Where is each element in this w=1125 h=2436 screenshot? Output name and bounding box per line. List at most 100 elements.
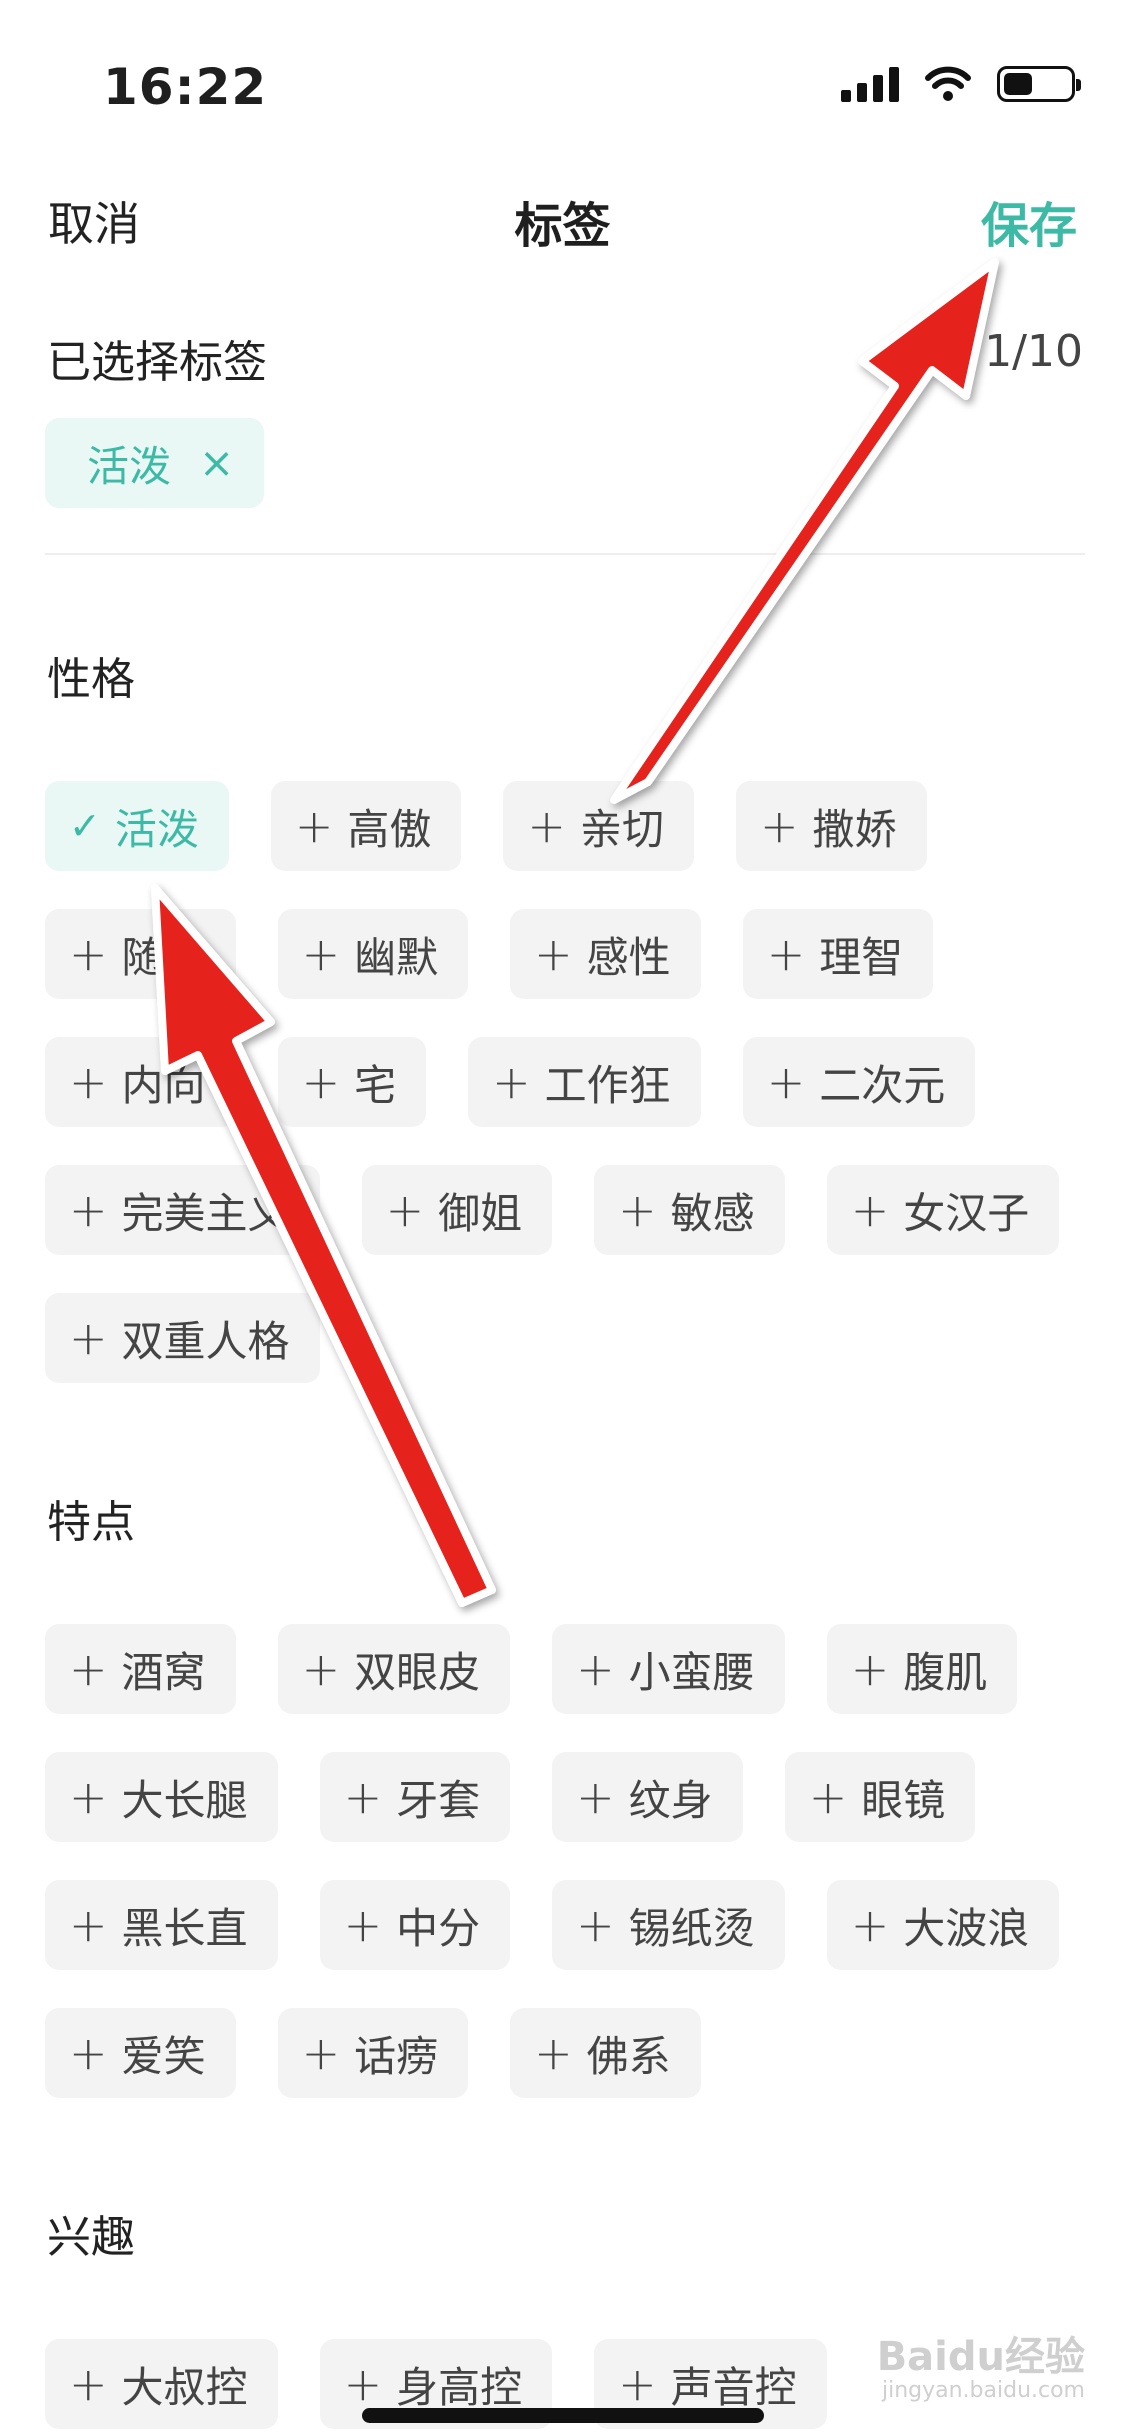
tag-list-features: + 酒窝 + 双眼皮 + 小蛮腰 + 腹肌 + 大长腿 + 牙套 + 纹身 + 眼镜 + 黑长直 + 中分 + 锡纸烫 + 大… bbox=[45, 1624, 1095, 2098]
plus-icon: + bbox=[69, 2026, 108, 2080]
tag-label: 小蛮腰 bbox=[628, 1647, 755, 1697]
tag-chip[interactable]: + 敏感 bbox=[594, 1165, 785, 1255]
tag-chip[interactable]: + 高傲 bbox=[270, 781, 462, 871]
tag-chip[interactable]: + 撒娇 bbox=[735, 781, 927, 871]
tag-chip[interactable]: + 中分 bbox=[319, 1880, 511, 1970]
plus-icon: + bbox=[576, 1642, 615, 1696]
tag-chip[interactable]: + 随和 bbox=[45, 909, 236, 999]
tag-chip[interactable]: + 牙套 bbox=[319, 1752, 511, 1842]
plus-icon: + bbox=[808, 1770, 848, 1824]
tag-chip[interactable]: + 佛系 bbox=[510, 2008, 701, 2098]
plus-icon: + bbox=[69, 1642, 108, 1696]
plus-icon: + bbox=[343, 1898, 383, 1952]
plus-icon: + bbox=[576, 1898, 615, 1952]
tag-chip[interactable]: + 理智 bbox=[742, 909, 934, 999]
tag-chip[interactable]: + 黑长直 bbox=[45, 1880, 278, 1970]
tag-chip[interactable]: + 御姐 bbox=[361, 1165, 553, 1255]
tag-chip[interactable]: + 腹肌 bbox=[826, 1624, 1018, 1714]
save-button[interactable]: 保存 bbox=[981, 186, 1077, 256]
tag-label: 大长腿 bbox=[121, 1775, 248, 1825]
plus-icon: + bbox=[301, 927, 341, 981]
tag-chip[interactable]: + 大叔控 bbox=[45, 2339, 278, 2429]
tag-label: 御姐 bbox=[438, 1188, 523, 1238]
plus-icon: + bbox=[385, 1183, 425, 1237]
plus-icon: + bbox=[766, 927, 806, 981]
tag-label: 完美主义 bbox=[121, 1188, 290, 1238]
check-icon: ✓ bbox=[69, 804, 101, 848]
tag-list-personality: ✓ 活泼 + 高傲 + 亲切 + 撒娇 + 随和 + 幽默 + 感性 + 理智 + 内向 + 宅 + 工作狂 + 二次元 + 完美… bbox=[45, 781, 1095, 1383]
divider bbox=[45, 553, 1085, 555]
tag-chip[interactable]: + 二次元 bbox=[742, 1037, 976, 1127]
tag-chip[interactable]: + 宅 bbox=[277, 1037, 427, 1127]
tag-label: 感性 bbox=[586, 932, 671, 982]
status-time: 16:22 bbox=[103, 58, 268, 116]
watermark: Baidu经验 jingyan.baidu.com bbox=[877, 2335, 1085, 2403]
section-title-features: 特点 bbox=[47, 1497, 135, 1548]
plus-icon: + bbox=[301, 1642, 341, 1696]
tag-label: 理智 bbox=[819, 932, 904, 982]
tag-chip[interactable]: + 双重人格 bbox=[45, 1293, 320, 1383]
tag-label: 撒娇 bbox=[812, 804, 897, 854]
plus-icon: + bbox=[294, 799, 334, 853]
section-title-interests: 兴趣 bbox=[47, 2212, 135, 2263]
tag-label: 声音控 bbox=[670, 2362, 797, 2412]
tag-label: 随和 bbox=[121, 932, 206, 982]
tag-chip[interactable]: + 亲切 bbox=[503, 781, 694, 871]
tag-label: 中分 bbox=[396, 1903, 481, 1953]
tag-chip[interactable]: + 幽默 bbox=[277, 909, 469, 999]
tag-chip[interactable]: + 纹身 bbox=[552, 1752, 743, 1842]
tag-chip[interactable]: + 小蛮腰 bbox=[552, 1624, 785, 1714]
tag-chip[interactable]: + 女汉子 bbox=[826, 1165, 1060, 1255]
tag-chip[interactable]: + 工作狂 bbox=[468, 1037, 701, 1127]
tag-chip[interactable]: ✓ 活泼 bbox=[45, 781, 229, 871]
tag-chip[interactable]: + 大长腿 bbox=[45, 1752, 278, 1842]
tag-label: 黑长直 bbox=[121, 1903, 248, 1953]
plus-icon: + bbox=[69, 1055, 108, 1109]
tag-label: 双重人格 bbox=[121, 1316, 290, 1366]
plus-icon: + bbox=[492, 1055, 531, 1109]
tag-chip[interactable]: + 大波浪 bbox=[826, 1880, 1060, 1970]
tag-chip[interactable]: + 酒窝 bbox=[45, 1624, 236, 1714]
selected-tag-label: 活泼 bbox=[87, 441, 172, 491]
battery-icon bbox=[997, 66, 1081, 102]
tag-label: 幽默 bbox=[354, 932, 439, 982]
tag-chip[interactable]: + 眼镜 bbox=[784, 1752, 976, 1842]
close-icon[interactable]: × bbox=[199, 442, 234, 484]
tag-chip[interactable]: + 锡纸烫 bbox=[552, 1880, 785, 1970]
plus-icon: + bbox=[69, 2357, 108, 2411]
tag-chip[interactable]: + 话痨 bbox=[277, 2008, 469, 2098]
plus-icon: + bbox=[69, 1183, 108, 1237]
plus-icon: + bbox=[850, 1642, 890, 1696]
tag-chip[interactable]: + 双眼皮 bbox=[277, 1624, 511, 1714]
tag-label: 身高控 bbox=[396, 2362, 523, 2412]
tag-label: 二次元 bbox=[819, 1060, 946, 1110]
tag-chip[interactable]: + 内向 bbox=[45, 1037, 236, 1127]
selected-tag-chip[interactable]: 活泼 × bbox=[45, 418, 265, 508]
plus-icon: + bbox=[527, 799, 566, 853]
plus-icon: + bbox=[850, 1898, 890, 1952]
tag-label: 爱笑 bbox=[121, 2031, 206, 2081]
tag-label: 锡纸烫 bbox=[628, 1903, 755, 1953]
tag-chip[interactable]: + 感性 bbox=[510, 909, 701, 999]
tag-label: 大波浪 bbox=[903, 1903, 1030, 1953]
home-indicator bbox=[362, 2408, 764, 2423]
selected-count: 1/10 bbox=[984, 326, 1083, 377]
tag-label: 佛系 bbox=[586, 2031, 671, 2081]
signal-icon bbox=[841, 66, 899, 102]
tag-chip[interactable]: + 爱笑 bbox=[45, 2008, 236, 2098]
plus-icon: + bbox=[576, 1770, 615, 1824]
tag-label: 牙套 bbox=[396, 1775, 481, 1825]
plus-icon: + bbox=[766, 1055, 806, 1109]
plus-icon: + bbox=[301, 2026, 341, 2080]
tag-label: 亲切 bbox=[579, 804, 664, 854]
cancel-button[interactable]: 取消 bbox=[48, 188, 140, 254]
tag-label: 敏感 bbox=[670, 1188, 755, 1238]
tag-label: 活泼 bbox=[114, 804, 199, 854]
tag-chip[interactable]: + 完美主义 bbox=[45, 1165, 320, 1255]
selected-tags-title: 已选择标签 bbox=[47, 337, 267, 388]
tag-label: 内向 bbox=[121, 1060, 206, 1110]
tag-label: 工作狂 bbox=[544, 1060, 671, 1110]
tag-label: 眼镜 bbox=[861, 1775, 946, 1825]
arrow-to-save-icon bbox=[610, 258, 999, 804]
plus-icon: + bbox=[534, 2026, 573, 2080]
